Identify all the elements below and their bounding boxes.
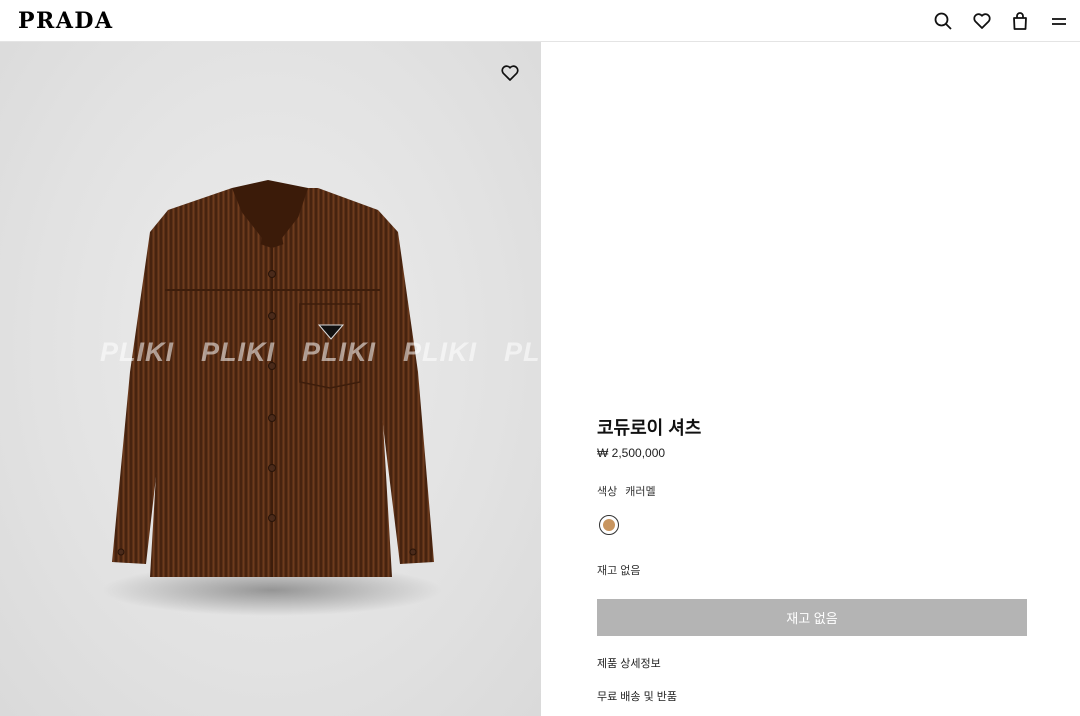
wishlist-heart-icon[interactable] xyxy=(500,63,520,83)
heart-icon[interactable] xyxy=(972,11,992,31)
search-icon[interactable] xyxy=(933,11,953,31)
color-swatch-caramel[interactable] xyxy=(599,515,619,535)
watermark: PLIKI xyxy=(201,337,276,367)
product-image[interactable] xyxy=(0,42,541,716)
watermark: PLIKI xyxy=(504,337,541,367)
product-title: 코듀로이 셔츠 xyxy=(597,418,702,438)
shipping-returns-link[interactable]: 무료 배송 및 반품 xyxy=(597,688,677,704)
out-of-stock-button[interactable]: 재고 없음 xyxy=(597,599,1027,636)
color-value: 캐러멜 xyxy=(625,486,656,498)
watermark: PLIKI xyxy=(302,337,377,367)
color-row: 색상 캐러멜 xyxy=(597,483,656,499)
swatch-fill xyxy=(603,519,615,531)
site-header: PRADA xyxy=(0,0,1080,42)
watermark: PLIKI xyxy=(403,337,478,367)
product-image-panel: PLIKI PLIKI PLIKI PLIKI PLIKI xyxy=(0,42,541,716)
stock-status: 재고 없음 xyxy=(597,565,641,577)
color-label: 색상 xyxy=(597,486,618,498)
bag-icon[interactable] xyxy=(1010,11,1030,31)
brand-logo[interactable]: PRADA xyxy=(18,9,114,33)
product-price: ₩ 2,500,000 xyxy=(597,446,666,460)
product-details-link[interactable]: 제품 상세정보 xyxy=(597,655,661,671)
menu-icon[interactable] xyxy=(1049,11,1069,31)
watermark: PLIKI xyxy=(100,337,175,367)
